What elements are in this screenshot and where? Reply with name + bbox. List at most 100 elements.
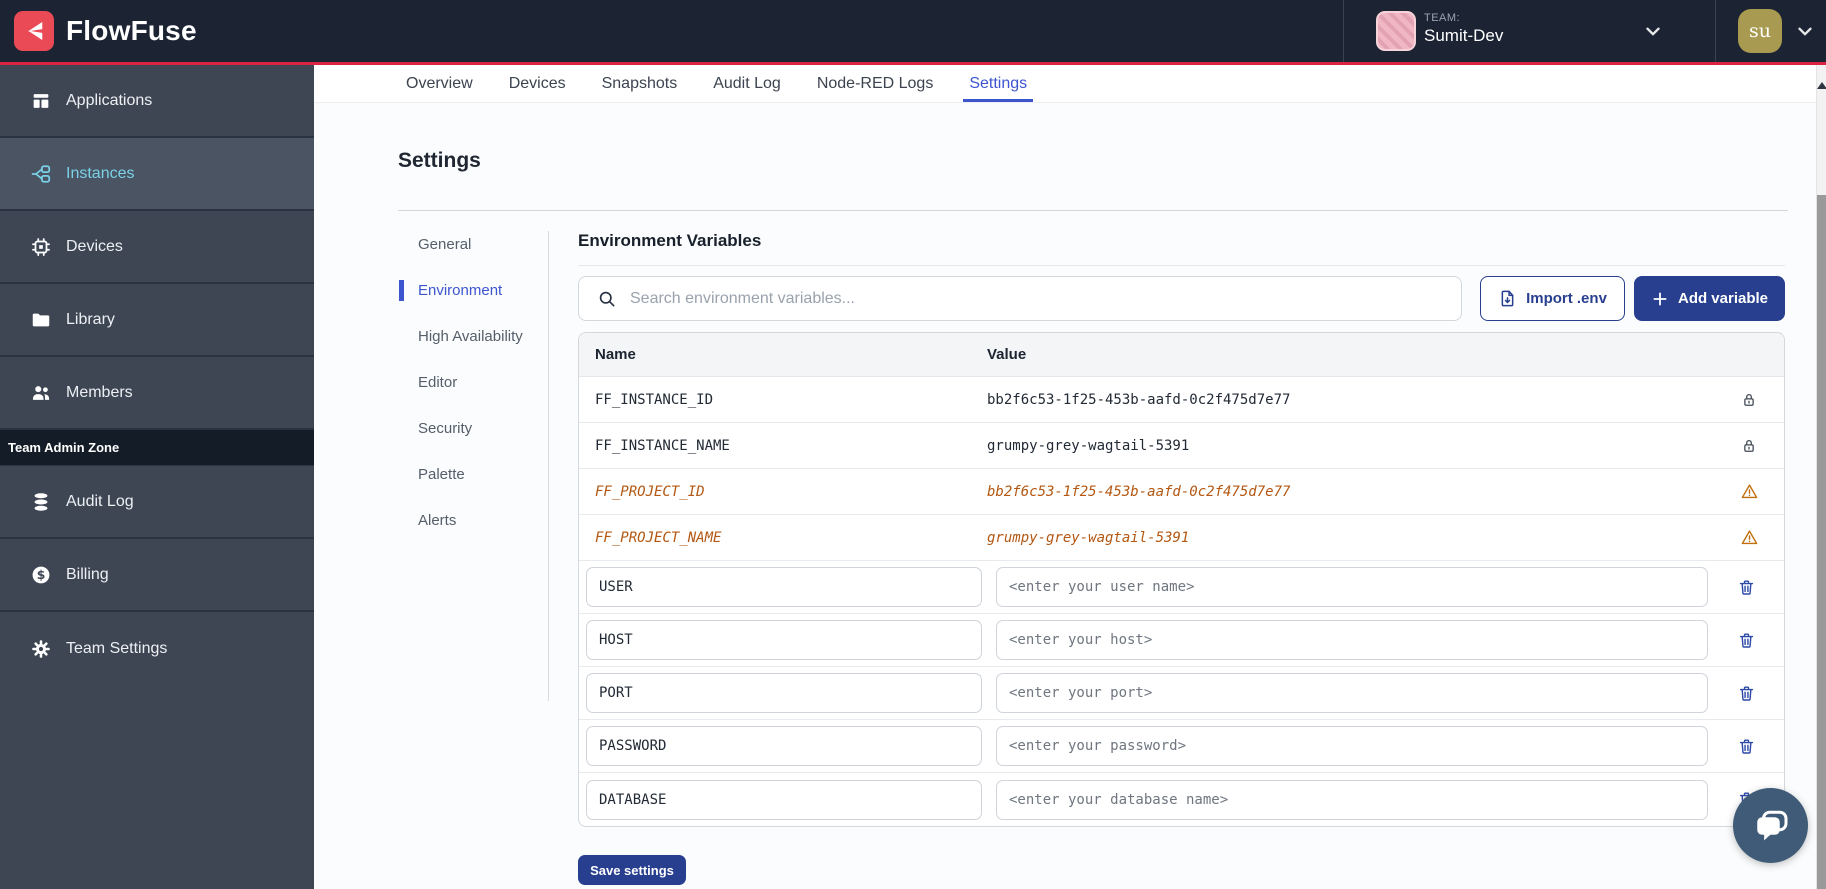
env-var-name-input[interactable]: [586, 567, 982, 607]
env-var-value-input[interactable]: [996, 726, 1708, 766]
table-row-editable: [579, 614, 1784, 667]
env-var-name: FF_INSTANCE_NAME: [579, 438, 987, 454]
scrollbar-up-arrow-icon[interactable]: [1817, 82, 1826, 89]
page-scrollbar[interactable]: [1816, 65, 1826, 889]
table-row-editable: [579, 773, 1784, 826]
env-var-name-input[interactable]: [586, 620, 982, 660]
lock-icon: [1740, 437, 1758, 455]
team-avatar[interactable]: [1376, 11, 1416, 51]
search-icon: [597, 289, 617, 309]
sidebar-section-team-admin-zone: Team Admin Zone: [0, 430, 314, 466]
env-var-value: grumpy-grey-wagtail-5391: [987, 530, 1714, 546]
env-var-name: FF_PROJECT_NAME: [579, 530, 987, 546]
tab-node-red-logs[interactable]: Node-RED Logs: [817, 65, 934, 102]
sidebar-item-library[interactable]: Library: [0, 284, 314, 357]
page-title: Settings: [398, 149, 481, 173]
sidebar-section-label: Team Admin Zone: [8, 440, 119, 455]
sidebar-item-audit-log[interactable]: Audit Log: [0, 466, 314, 539]
sidebar-item-label: Members: [66, 384, 133, 402]
env-var-name-input[interactable]: [586, 726, 982, 766]
instance-tabbar: Overview Devices Snapshots Audit Log Nod…: [314, 65, 1826, 103]
audit-log-icon: [30, 491, 52, 513]
env-var-value-input[interactable]: [996, 567, 1708, 607]
env-var-name-input[interactable]: [586, 673, 982, 713]
delete-variable-button[interactable]: [1708, 631, 1784, 650]
sidebar-item-label: Team Settings: [66, 640, 167, 658]
env-var-value-input[interactable]: [996, 673, 1708, 713]
chat-widget-button[interactable]: [1733, 788, 1808, 863]
top-header-bar: FlowFuse TEAM: Sumit-Dev su: [0, 0, 1826, 62]
warning-icon: [1740, 528, 1759, 547]
sidebar-item-team-settings[interactable]: Team Settings: [0, 612, 314, 685]
table-row-deprecated: FF_PROJECT_ID bb2f6c53-1f25-453b-aafd-0c…: [579, 469, 1784, 515]
save-settings-button[interactable]: Save settings: [578, 855, 686, 885]
column-header-value: Value: [987, 346, 1714, 363]
add-variable-button[interactable]: Add variable: [1634, 276, 1785, 321]
team-selector[interactable]: TEAM: Sumit-Dev: [1424, 12, 1503, 46]
env-var-value-input[interactable]: [996, 780, 1708, 820]
sidebar-item-label: Billing: [66, 566, 109, 584]
settings-nav-editor[interactable]: Editor: [399, 372, 539, 393]
tab-settings[interactable]: Settings: [969, 65, 1027, 102]
env-var-name-input[interactable]: [586, 780, 982, 820]
plus-icon: [1651, 290, 1669, 308]
settings-nav-high-availability[interactable]: High Availability: [399, 326, 539, 347]
instances-icon: [30, 163, 52, 185]
settings-nav-alerts[interactable]: Alerts: [399, 510, 539, 531]
tab-audit-log[interactable]: Audit Log: [713, 65, 781, 102]
sidebar-item-label: Audit Log: [66, 493, 134, 511]
table-row: FF_INSTANCE_NAME grumpy-grey-wagtail-539…: [579, 423, 1784, 469]
env-var-name: FF_PROJECT_ID: [579, 484, 987, 500]
import-env-label: Import .env: [1526, 290, 1607, 307]
settings-nav-environment[interactable]: Environment: [399, 280, 539, 301]
delete-variable-button[interactable]: [1708, 737, 1784, 756]
tab-devices[interactable]: Devices: [509, 65, 566, 102]
env-var-value: bb2f6c53-1f25-453b-aafd-0c2f475d7e77: [987, 484, 1714, 500]
trash-icon: [1737, 578, 1756, 597]
env-toolbar: Import .env Add variable: [578, 276, 1785, 321]
brand-logo[interactable]: FlowFuse: [14, 11, 197, 51]
table-row-deprecated: FF_PROJECT_NAME grumpy-grey-wagtail-5391: [579, 515, 1784, 561]
tab-snapshots[interactable]: Snapshots: [602, 65, 678, 102]
sidebar-item-label: Applications: [66, 92, 152, 110]
search-box: [578, 276, 1462, 321]
team-chevron-down-icon[interactable]: [1642, 20, 1664, 47]
trash-icon: [1737, 737, 1756, 756]
user-avatar[interactable]: su: [1738, 9, 1782, 53]
scrollbar-thumb[interactable]: [1817, 195, 1826, 889]
settings-nav-palette[interactable]: Palette: [399, 464, 539, 485]
brand-accent-line: [0, 62, 1826, 65]
sidebar-item-instances[interactable]: Instances: [0, 138, 314, 211]
warning-icon: [1740, 482, 1759, 501]
environment-variables-section: Environment Variables Import .env: [578, 231, 1785, 885]
delete-variable-button[interactable]: [1708, 684, 1784, 703]
sidebar-item-label: Devices: [66, 238, 123, 256]
settings-nav-general[interactable]: General: [399, 234, 539, 255]
sidebar-item-billing[interactable]: $ Billing: [0, 539, 314, 612]
flowfuse-logo-icon: [14, 11, 54, 51]
sidebar-item-members[interactable]: Members: [0, 357, 314, 430]
import-env-button[interactable]: Import .env: [1480, 276, 1625, 321]
section-divider: [578, 265, 1785, 266]
devices-icon: [30, 236, 52, 258]
applications-icon: [30, 90, 52, 112]
user-menu-chevron-down-icon[interactable]: [1794, 20, 1816, 47]
table-row: FF_INSTANCE_ID bb2f6c53-1f25-453b-aafd-0…: [579, 377, 1784, 423]
delete-variable-button[interactable]: [1708, 578, 1784, 597]
env-var-value-input[interactable]: [996, 620, 1708, 660]
header-divider: [1715, 0, 1716, 62]
lock-icon: [1740, 391, 1758, 409]
add-variable-label: Add variable: [1678, 290, 1768, 307]
search-input[interactable]: [630, 290, 1461, 308]
tab-overview[interactable]: Overview: [406, 65, 473, 102]
sidebar-item-label: Library: [66, 311, 115, 329]
sidebar-item-applications[interactable]: Applications: [0, 65, 314, 138]
trash-icon: [1737, 684, 1756, 703]
settings-nav-security[interactable]: Security: [399, 418, 539, 439]
sidebar-item-devices[interactable]: Devices: [0, 211, 314, 284]
title-divider: [398, 210, 1788, 211]
members-icon: [30, 382, 52, 404]
header-divider: [1343, 0, 1344, 62]
trash-icon: [1737, 631, 1756, 650]
env-var-value: grumpy-grey-wagtail-5391: [987, 438, 1714, 454]
